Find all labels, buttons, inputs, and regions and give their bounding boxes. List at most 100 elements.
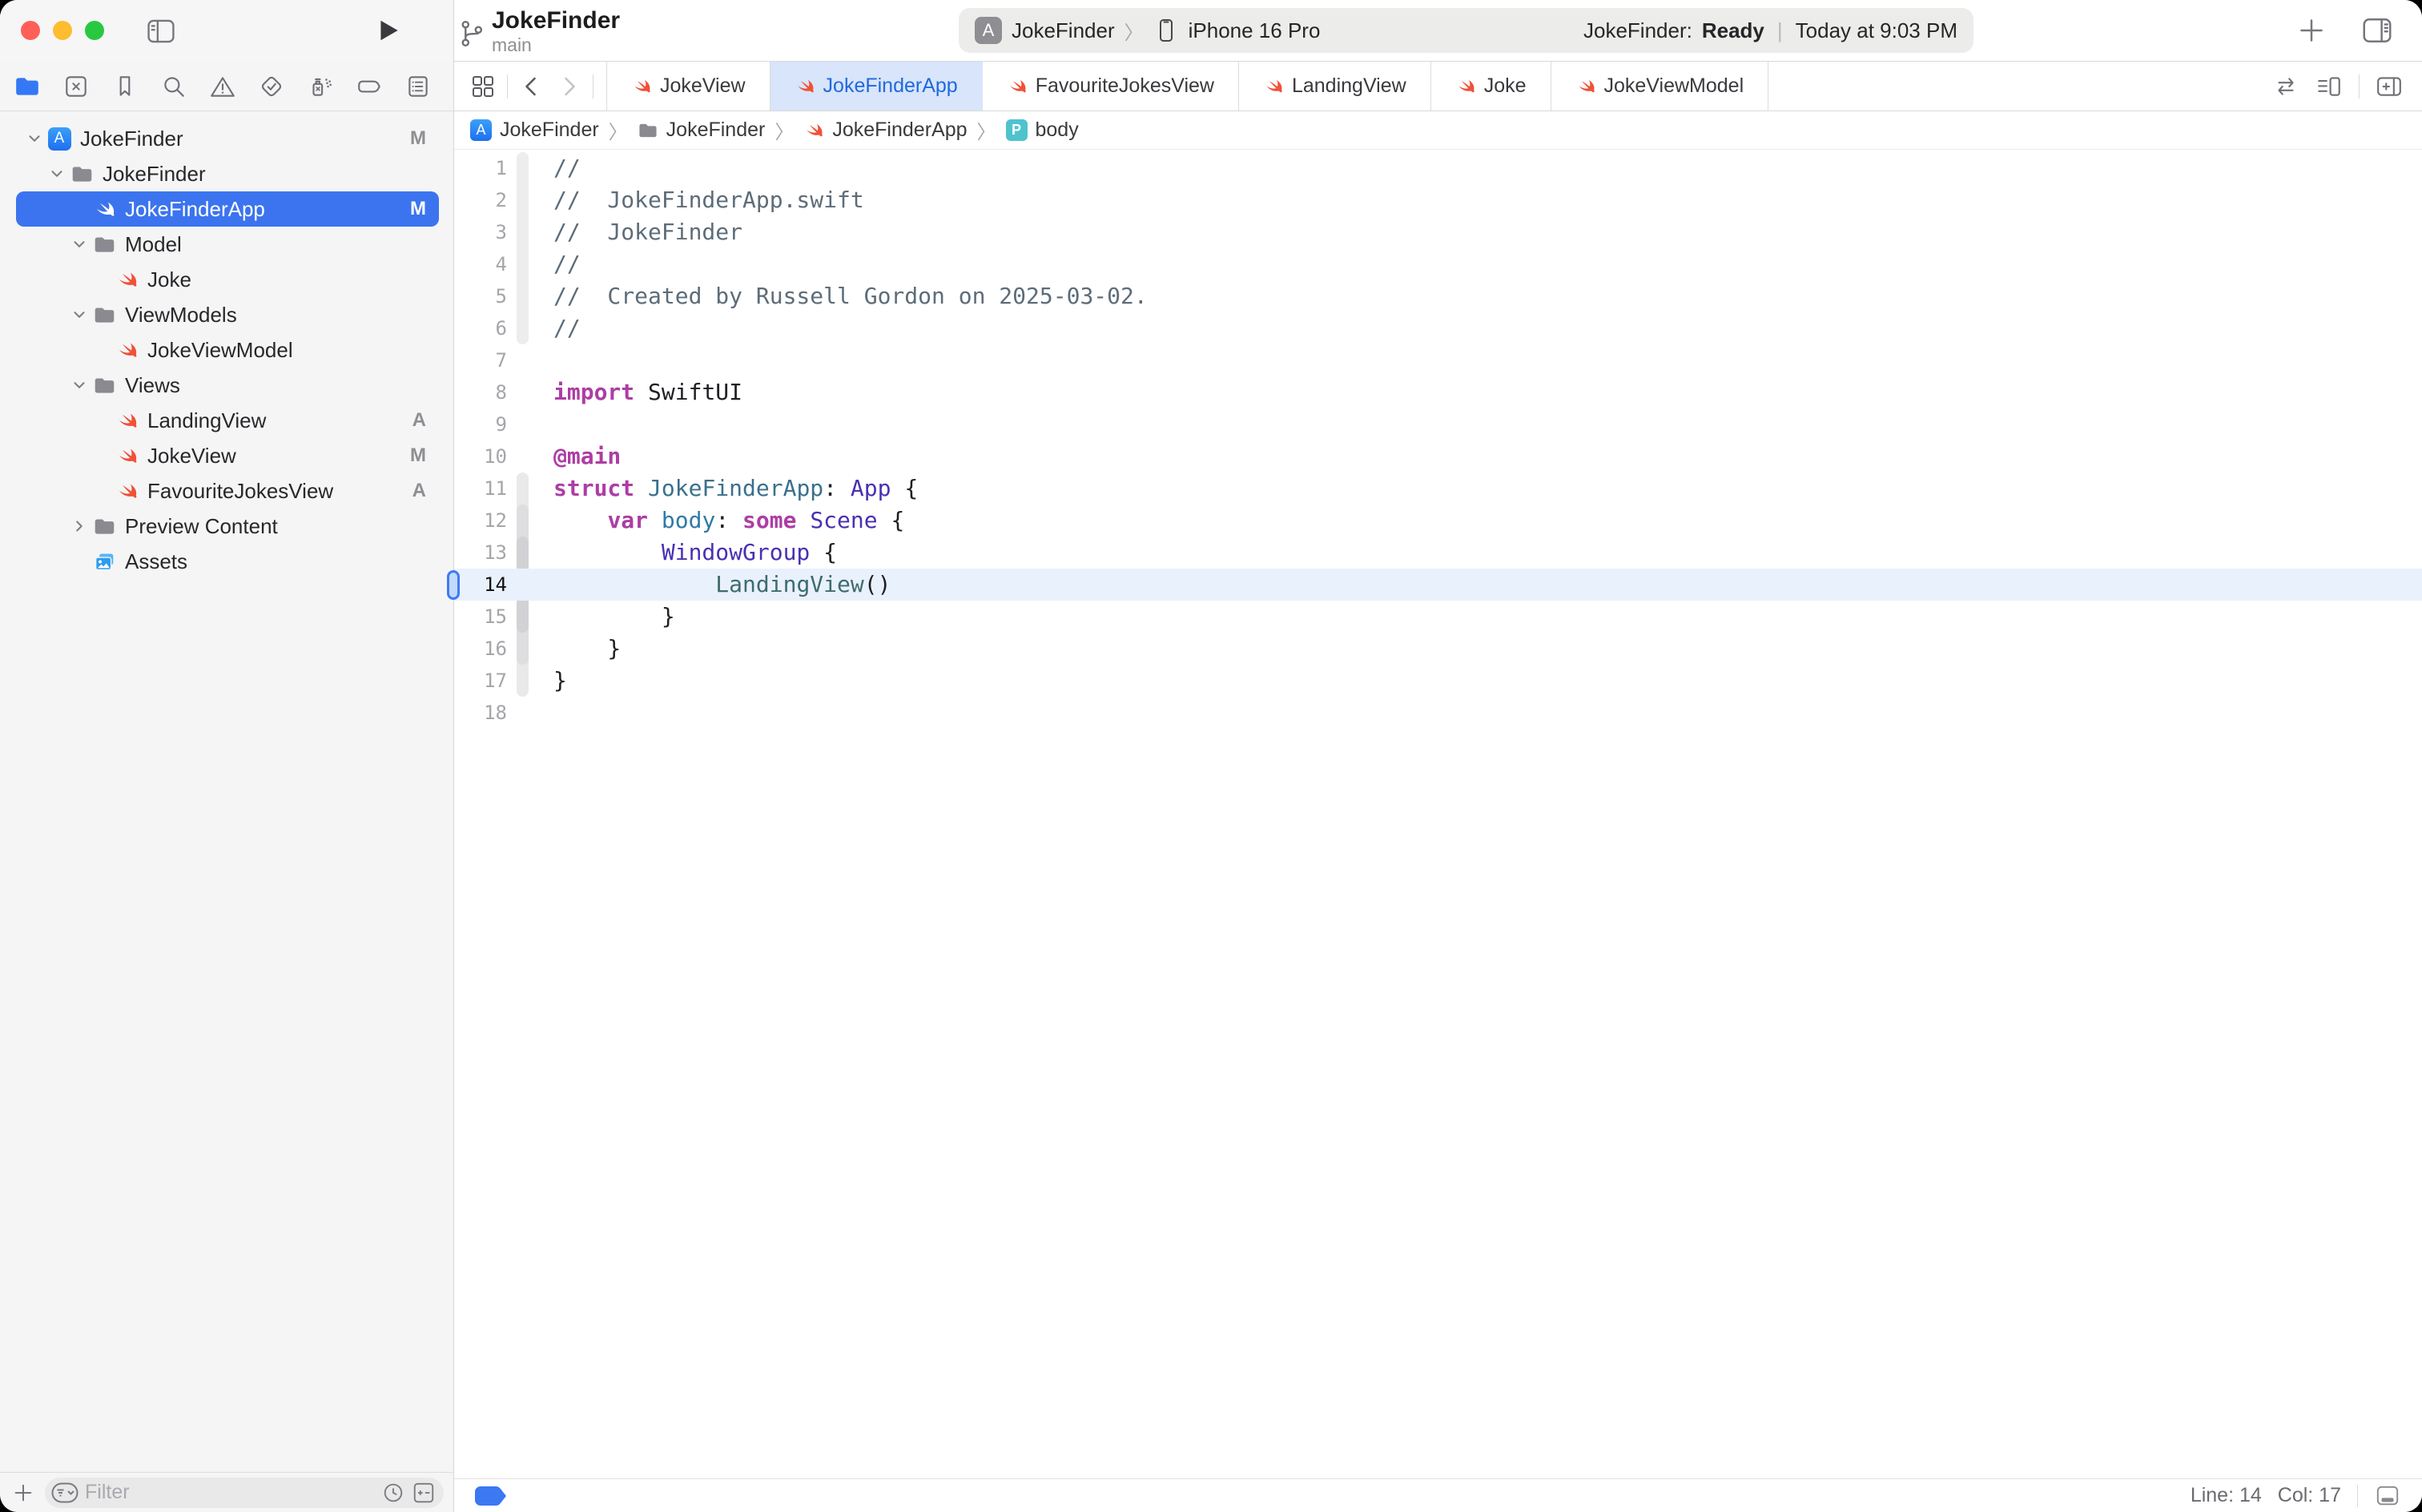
tree-row-jokeview[interactable]: JokeViewM <box>16 438 439 473</box>
filter-input[interactable] <box>85 1481 375 1504</box>
find-navigator-icon[interactable] <box>158 70 190 103</box>
changes-navigator-icon[interactable] <box>60 70 92 103</box>
line-number[interactable]: 9 <box>454 413 507 436</box>
swap-editor-icon[interactable] <box>2272 73 2299 100</box>
tab-overview-icon[interactable] <box>470 74 496 99</box>
tab-favouritejokesview[interactable]: FavouriteJokesView <box>983 62 1239 111</box>
scheme-selector[interactable]: A JokeFinder 〉 iPhone 16 Pro <box>975 17 1320 45</box>
disclosure-right-icon[interactable] <box>67 514 91 538</box>
reports-navigator-icon[interactable] <box>402 70 434 103</box>
disclosure-down-icon[interactable] <box>67 373 91 397</box>
toggle-navigator-icon[interactable] <box>146 16 176 46</box>
toggle-inspector-icon[interactable] <box>2361 14 2393 46</box>
code-line[interactable]: 9 <box>454 408 2422 440</box>
code-line[interactable]: 17} <box>454 665 2422 697</box>
tree-row-jokeviewmodel[interactable]: JokeViewModel <box>16 332 439 368</box>
back-icon[interactable] <box>519 74 545 99</box>
line-number[interactable]: 10 <box>454 445 507 468</box>
line-number[interactable]: 3 <box>454 221 507 243</box>
add-toolbar-icon[interactable] <box>2295 14 2327 46</box>
zoom-button[interactable] <box>85 21 104 40</box>
tree-row-model[interactable]: Model <box>16 227 439 262</box>
project-navigator-icon[interactable] <box>11 70 43 103</box>
disclosure-down-icon[interactable] <box>67 303 91 327</box>
line-number[interactable]: 13 <box>454 541 507 564</box>
line-number[interactable]: 12 <box>454 509 507 532</box>
code-line[interactable]: 12 var body: some Scene { <box>454 505 2422 537</box>
tree-row-jokefinder[interactable]: JokeFinder <box>16 156 439 191</box>
line-number[interactable]: 14 <box>454 573 507 596</box>
tab-jokeviewmodel[interactable]: JokeViewModel <box>1551 62 1769 111</box>
add-file-button[interactable] <box>11 1481 35 1505</box>
tab-joke[interactable]: Joke <box>1431 62 1551 111</box>
scheme-and-status-pill[interactable]: A JokeFinder 〉 iPhone 16 Pro JokeFinder:… <box>959 8 1973 53</box>
disclosure-down-icon[interactable] <box>22 127 46 151</box>
minimap-icon[interactable] <box>2315 73 2343 100</box>
tree-row-landingview[interactable]: LandingViewA <box>16 403 439 438</box>
forward-icon[interactable] <box>556 74 581 99</box>
breadcrumb-item-jokefinder[interactable]: AJokeFinder <box>470 119 599 142</box>
tree-row-jokefinder[interactable]: AJokeFinderM <box>16 121 439 156</box>
code-line[interactable]: 4// <box>454 248 2422 280</box>
breakpoint-tag-icon[interactable] <box>475 1486 507 1506</box>
code-line[interactable]: 10@main <box>454 440 2422 472</box>
bookmarks-navigator-icon[interactable] <box>109 70 141 103</box>
recent-files-icon[interactable] <box>381 1481 405 1505</box>
tests-navigator-icon[interactable] <box>255 70 288 103</box>
code-line[interactable]: 6// <box>454 312 2422 344</box>
add-editor-icon[interactable] <box>2376 73 2403 100</box>
run-button[interactable] <box>375 17 402 44</box>
code-line[interactable]: 2// JokeFinderApp.swift <box>454 184 2422 216</box>
minimize-button[interactable] <box>53 21 72 40</box>
code-line[interactable]: 15 } <box>454 601 2422 633</box>
line-number[interactable]: 15 <box>454 605 507 628</box>
line-number[interactable]: 1 <box>454 157 507 179</box>
source-control-filter-icon[interactable] <box>412 1481 436 1505</box>
line-number[interactable]: 6 <box>454 317 507 340</box>
disclosure-down-icon[interactable] <box>45 162 69 186</box>
line-number[interactable]: 5 <box>454 285 507 308</box>
code-line[interactable]: 18 <box>454 697 2422 729</box>
code-line[interactable]: 13 WindowGroup { <box>454 537 2422 569</box>
close-button[interactable] <box>21 21 40 40</box>
code-token: import <box>553 379 634 405</box>
code-line[interactable]: 7 <box>454 344 2422 376</box>
tab-jokeview[interactable]: JokeView <box>606 62 770 111</box>
breakpoints-navigator-icon[interactable] <box>353 70 385 103</box>
source-editor[interactable]: 1//2// JokeFinderApp.swift3// JokeFinder… <box>454 150 2422 1478</box>
breadcrumb-item-jokefinder[interactable]: JokeFinder <box>638 119 766 142</box>
code-line[interactable]: 16 } <box>454 633 2422 665</box>
tree-row-assets[interactable]: Assets <box>16 544 439 579</box>
line-number[interactable]: 2 <box>454 189 507 211</box>
tree-row-preview-content[interactable]: Preview Content <box>16 509 439 544</box>
disclosure-down-icon[interactable] <box>67 232 91 256</box>
line-number[interactable]: 7 <box>454 349 507 372</box>
line-number[interactable]: 11 <box>454 477 507 500</box>
tree-row-favouritejokesview[interactable]: FavouriteJokesViewA <box>16 473 439 509</box>
line-number[interactable]: 18 <box>454 702 507 724</box>
tree-row-joke[interactable]: Joke <box>16 262 439 297</box>
cursor-line-indicator: Line: 14 <box>2191 1484 2262 1507</box>
tree-row-viewmodels[interactable]: ViewModels <box>16 297 439 332</box>
code-line[interactable]: 8import SwiftUI <box>454 376 2422 408</box>
breadcrumb-item-jokefinderapp[interactable]: JokeFinderApp <box>803 119 967 142</box>
tree-row-jokefinderapp[interactable]: JokeFinderAppM <box>16 191 439 227</box>
line-number[interactable]: 8 <box>454 381 507 404</box>
debug-navigator-icon[interactable] <box>304 70 336 103</box>
tree-row-views[interactable]: Views <box>16 368 439 403</box>
code-line[interactable]: 11struct JokeFinderApp: App { <box>454 472 2422 505</box>
editor-bottom-bar-icon[interactable] <box>2374 1484 2401 1508</box>
filter-field[interactable] <box>45 1478 444 1508</box>
tab-label: JokeViewModel <box>1604 74 1744 98</box>
tab-jokefinderapp[interactable]: JokeFinderApp <box>770 62 983 111</box>
issues-navigator-icon[interactable] <box>207 70 239 103</box>
line-number[interactable]: 4 <box>454 253 507 275</box>
line-number[interactable]: 17 <box>454 670 507 692</box>
code-line[interactable]: 14 LandingView() <box>454 569 2422 601</box>
code-line[interactable]: 3// JokeFinder <box>454 216 2422 248</box>
code-line[interactable]: 1// <box>454 152 2422 184</box>
tab-landingview[interactable]: LandingView <box>1239 62 1431 111</box>
line-number[interactable]: 16 <box>454 637 507 660</box>
breadcrumb-item-body[interactable]: Pbody <box>1006 119 1079 142</box>
code-line[interactable]: 5// Created by Russell Gordon on 2025-03… <box>454 280 2422 312</box>
